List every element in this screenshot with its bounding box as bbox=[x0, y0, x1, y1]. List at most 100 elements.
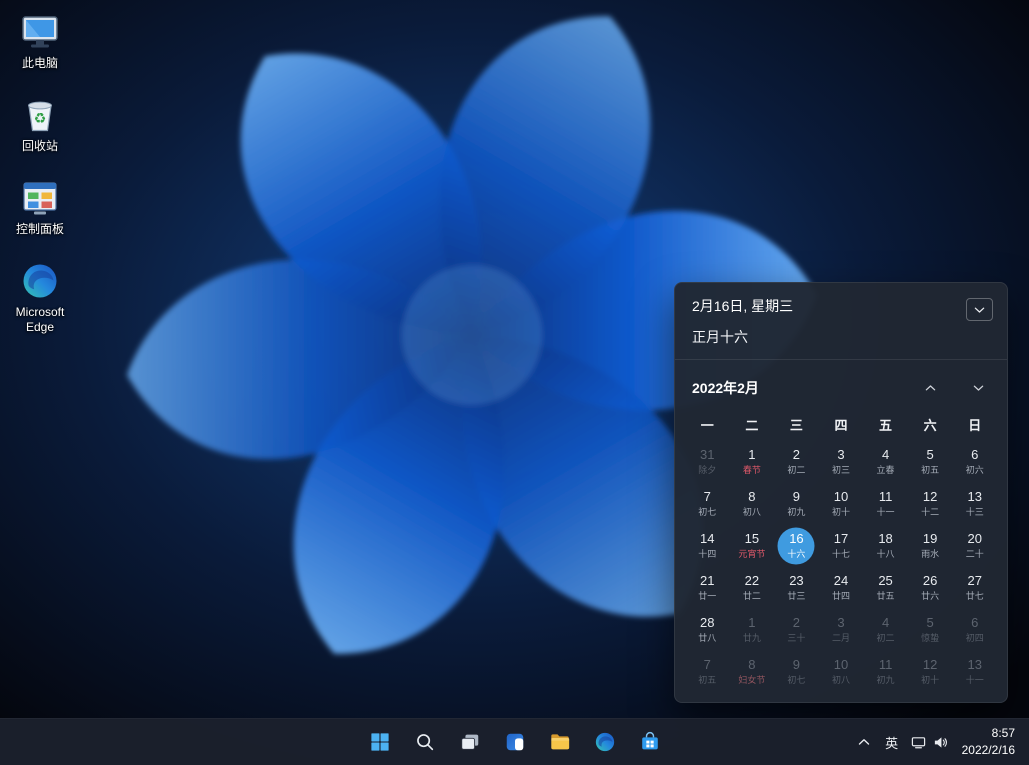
calendar-day-cell[interactable]: 11十一 bbox=[863, 483, 908, 525]
day-number: 18 bbox=[878, 532, 892, 546]
calendar-day-cell[interactable]: 9初七 bbox=[774, 651, 819, 693]
calendar-weekday-row: 一二三四五六日 bbox=[675, 413, 1007, 439]
calendar-day-cell[interactable]: 18十八 bbox=[863, 525, 908, 567]
calendar-day-cell[interactable]: 3初三 bbox=[819, 441, 864, 483]
calendar-day-cell[interactable]: 20二十 bbox=[952, 525, 997, 567]
weekday-header: 日 bbox=[952, 413, 997, 439]
calendar-day-cell[interactable]: 10初十 bbox=[819, 483, 864, 525]
calendar-next-month-button[interactable] bbox=[965, 375, 991, 401]
calendar-day-cell[interactable]: 5惊蛰 bbox=[908, 609, 953, 651]
day-number: 31 bbox=[700, 448, 714, 462]
calendar-day-cell[interactable]: 6初六 bbox=[952, 441, 997, 483]
calendar-date-text: 2月16日, 星期三 bbox=[692, 296, 793, 316]
calendar-day-cell[interactable]: 5初五 bbox=[908, 441, 953, 483]
day-lunar-label: 三十 bbox=[787, 633, 805, 644]
task-view-button[interactable] bbox=[450, 722, 490, 762]
tray-show-hidden-button[interactable] bbox=[851, 723, 877, 761]
day-number: 12 bbox=[923, 658, 937, 672]
calendar-day-cell[interactable]: 19雨水 bbox=[908, 525, 953, 567]
day-number: 13 bbox=[967, 658, 981, 672]
calendar-day-cell[interactable]: 25廿五 bbox=[863, 567, 908, 609]
day-lunar-label: 初二 bbox=[787, 465, 805, 476]
day-lunar-label: 初十 bbox=[921, 675, 939, 686]
calendar-prev-month-button[interactable] bbox=[917, 375, 943, 401]
calendar-day-cell[interactable]: 13十一 bbox=[952, 651, 997, 693]
calendar-collapse-button[interactable] bbox=[966, 298, 993, 321]
calendar-day-cell[interactable]: 11初九 bbox=[863, 651, 908, 693]
calendar-day-cell[interactable]: 6初四 bbox=[952, 609, 997, 651]
edge-button[interactable] bbox=[585, 722, 625, 762]
calendar-flyout: 2月16日, 星期三 正月十六 2022年2月 bbox=[674, 282, 1008, 703]
calendar-day-cell[interactable]: 8妇女节 bbox=[730, 651, 775, 693]
calendar-day-cell[interactable]: 15元宵节 bbox=[730, 525, 775, 567]
microsoft-store-button[interactable] bbox=[630, 722, 670, 762]
desktop-icon-label: 回收站 bbox=[22, 139, 58, 154]
day-number: 4 bbox=[882, 448, 889, 462]
calendar-day-cell[interactable]: 12十二 bbox=[908, 483, 953, 525]
calendar-day-cell[interactable]: 17十七 bbox=[819, 525, 864, 567]
day-lunar-label: 除夕 bbox=[698, 465, 716, 476]
weekday-header: 二 bbox=[730, 413, 775, 439]
calendar-day-cell[interactable]: 1廿九 bbox=[730, 609, 775, 651]
start-button[interactable] bbox=[360, 722, 400, 762]
calendar-day-cell[interactable]: 9初九 bbox=[774, 483, 819, 525]
day-lunar-label: 廿八 bbox=[698, 633, 716, 644]
search-button[interactable] bbox=[405, 722, 445, 762]
calendar-day-cell[interactable]: 2初二 bbox=[774, 441, 819, 483]
calendar-nav bbox=[917, 375, 995, 401]
calendar-day-cell[interactable]: 28廿八 bbox=[685, 609, 730, 651]
edge-logo-icon bbox=[20, 261, 60, 301]
calendar-day-cell-selected[interactable]: 16十六 bbox=[774, 525, 819, 567]
day-lunar-label: 初八 bbox=[743, 507, 761, 518]
calendar-month-title[interactable]: 2022年2月 bbox=[692, 378, 759, 398]
weekday-header: 五 bbox=[863, 413, 908, 439]
calendar-day-cell[interactable]: 1春节 bbox=[730, 441, 775, 483]
calendar-header: 2月16日, 星期三 正月十六 bbox=[675, 283, 1007, 360]
taskbar-clock[interactable]: 8:57 2022/2/16 bbox=[954, 725, 1019, 759]
file-explorer-button[interactable] bbox=[540, 722, 580, 762]
ime-indicator[interactable]: 英 bbox=[879, 723, 905, 761]
search-icon bbox=[414, 731, 436, 753]
calendar-day-cell[interactable]: 12 初十 bbox=[908, 651, 953, 693]
day-number: 7 bbox=[704, 658, 711, 672]
calendar-day-cell[interactable]: 31 除夕 bbox=[685, 441, 730, 483]
day-lunar-label: 初六 bbox=[966, 465, 984, 476]
taskbar: 英 8:57 2022/2/16 bbox=[0, 718, 1029, 765]
calendar-day-cell[interactable]: 7初七 bbox=[685, 483, 730, 525]
calendar-day-cell[interactable]: 24廿四 bbox=[819, 567, 864, 609]
calendar-day-cell[interactable]: 3二月 bbox=[819, 609, 864, 651]
calendar-day-cell[interactable]: 7 初五 bbox=[685, 651, 730, 693]
day-number: 7 bbox=[704, 490, 711, 504]
file-explorer-icon bbox=[549, 731, 571, 753]
clock-date: 2022/2/16 bbox=[962, 742, 1015, 759]
widgets-button[interactable] bbox=[495, 722, 535, 762]
calendar-day-cell[interactable]: 21廿一 bbox=[685, 567, 730, 609]
calendar-day-cell[interactable]: 26廿六 bbox=[908, 567, 953, 609]
windows-logo-icon bbox=[369, 731, 391, 753]
microsoft-store-icon bbox=[639, 731, 661, 753]
calendar-day-cell[interactable]: 4立春 bbox=[863, 441, 908, 483]
calendar-day-cell[interactable]: 4初二 bbox=[863, 609, 908, 651]
desktop-icon-column: 此电脑 ♻ 回收站 bbox=[6, 8, 74, 339]
day-lunar-label: 十三 bbox=[966, 507, 984, 518]
day-number: 11 bbox=[879, 658, 893, 672]
day-lunar-label: 廿四 bbox=[832, 591, 850, 602]
calendar-day-cell[interactable]: 2三十 bbox=[774, 609, 819, 651]
desktop-icon-control-panel[interactable]: 控制面板 bbox=[6, 174, 74, 241]
desktop-icon-this-pc[interactable]: 此电脑 bbox=[6, 8, 74, 75]
calendar-day-cell[interactable]: 13十三 bbox=[952, 483, 997, 525]
day-lunar-label: 初五 bbox=[698, 675, 716, 686]
day-lunar-label: 初八 bbox=[832, 675, 850, 686]
calendar-day-cell[interactable]: 8初八 bbox=[730, 483, 775, 525]
calendar-day-cell[interactable]: 27廿七 bbox=[952, 567, 997, 609]
calendar-day-cell[interactable]: 10初八 bbox=[819, 651, 864, 693]
desktop-icon-microsoft-edge[interactable]: Microsoft Edge bbox=[6, 257, 74, 339]
desktop-icon-recycle-bin[interactable]: ♻ 回收站 bbox=[6, 91, 74, 158]
day-number: 9 bbox=[793, 490, 800, 504]
network-volume-button[interactable] bbox=[907, 723, 952, 761]
calendar-day-cell[interactable]: 14十四 bbox=[685, 525, 730, 567]
calendar-day-cell[interactable]: 23廿三 bbox=[774, 567, 819, 609]
day-lunar-label: 初七 bbox=[787, 675, 805, 686]
calendar-day-cell[interactable]: 22廿二 bbox=[730, 567, 775, 609]
day-lunar-label: 初二 bbox=[877, 633, 895, 644]
